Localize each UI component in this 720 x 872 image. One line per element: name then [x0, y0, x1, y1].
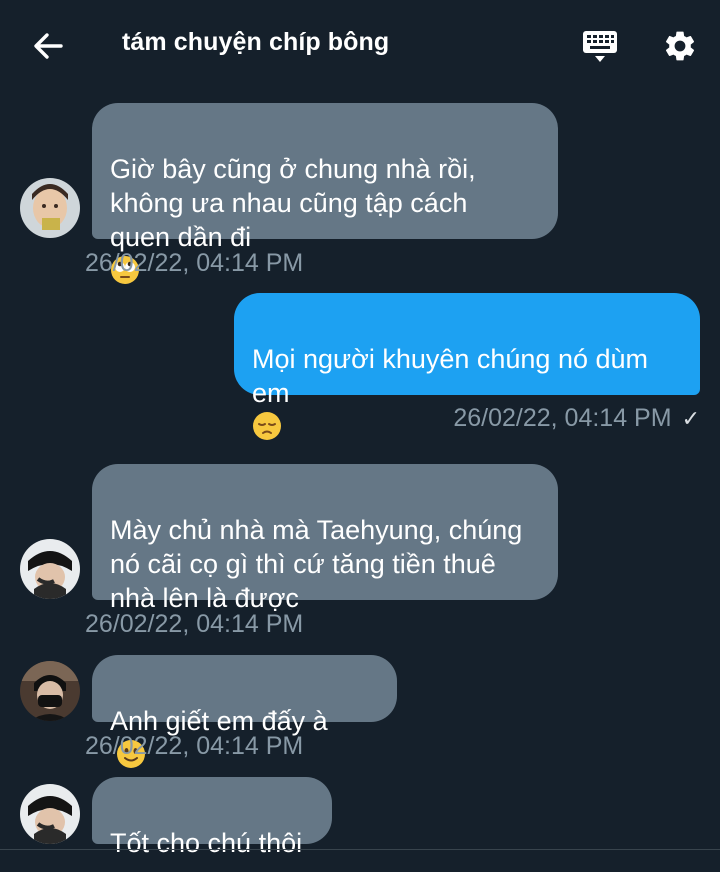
- avatar-photo-icon: [20, 178, 80, 238]
- gear-icon: [665, 31, 695, 61]
- sender-avatar[interactable]: [20, 661, 80, 721]
- message-timestamp: 26/02/22, 04:14 PM: [85, 610, 304, 638]
- message-timestamp: 26/02/22, 04:14 PM: [85, 732, 304, 760]
- back-button[interactable]: [28, 26, 68, 66]
- sender-avatar[interactable]: [20, 178, 80, 238]
- back-arrow-icon: [34, 33, 63, 59]
- conversation-title: tám chuyện chíp bông: [122, 28, 390, 56]
- settings-button[interactable]: [658, 24, 702, 68]
- conversation-header: tám chuyện chíp bông: [0, 0, 720, 88]
- sender-avatar[interactable]: [20, 539, 80, 599]
- avatar-photo-icon: [20, 661, 80, 721]
- composer-divider: [0, 849, 720, 850]
- message-bubble-outgoing[interactable]: Mọi người khuyên chúng nó dùm em: [234, 293, 700, 440]
- message-bubble-incoming[interactable]: Anh giết em đấy à: [92, 655, 397, 768]
- message-text: Mọi người khuyên chúng nó dùm em: [252, 344, 649, 408]
- read-receipt-check-icon: ✓: [681, 406, 700, 431]
- message-text: Mày chủ nhà mà Taehyung, chúng nó cãi cọ…: [110, 515, 523, 613]
- message-bubble-incoming[interactable]: Mày chủ nhà mà Taehyung, chúng nó cãi cọ…: [92, 464, 558, 613]
- message-bubble-incoming[interactable]: Giờ bây cũng ở chung nhà rồi, không ưa n…: [92, 103, 558, 284]
- message-bubble-incoming[interactable]: Tốt cho chú thôi: [92, 777, 332, 858]
- message-text: Tốt cho chú thôi: [110, 828, 303, 858]
- message-timestamp-row: 26/02/22, 04:14 PM ✓: [380, 403, 700, 434]
- message-timestamp: 26/02/22, 04:14 PM: [85, 249, 304, 277]
- message-text: Giờ bây cũng ở chung nhà rồi, không ưa n…: [110, 154, 476, 252]
- dm-conversation-screen: tám chuyện chíp bông Giờ bây cũng ở chun…: [0, 0, 720, 872]
- avatar-photo-icon: [20, 539, 80, 599]
- keyboard-toggle-button[interactable]: [578, 24, 622, 68]
- message-timestamp: 26/02/22, 04:14 PM: [453, 404, 672, 432]
- pensive-face-icon: [253, 412, 281, 440]
- keyboard-icon: [583, 31, 617, 62]
- sender-avatar[interactable]: [20, 784, 80, 844]
- avatar-photo-icon: [20, 784, 80, 844]
